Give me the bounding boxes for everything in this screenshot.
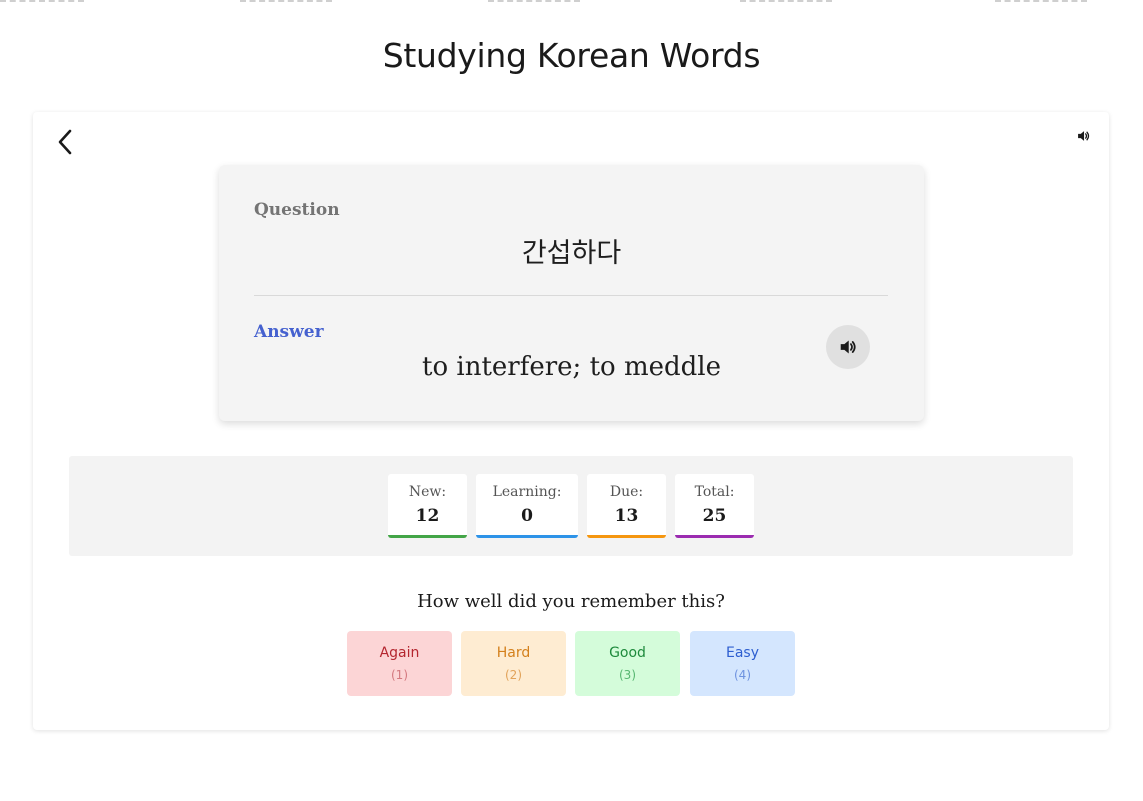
stat-value: 12 <box>415 506 440 526</box>
back-button[interactable] <box>51 127 79 157</box>
stat-label: Due: <box>609 484 644 500</box>
flashcard: Question 간섭하다 Answer to interfere; to me… <box>219 165 924 421</box>
stat-new: New: 12 <box>388 474 467 538</box>
speaker-icon <box>1077 131 1089 141</box>
stat-due: Due: 13 <box>587 474 666 538</box>
question-text: 간섭하다 <box>521 238 622 269</box>
easy-button[interactable]: Easy (4) <box>690 631 795 696</box>
speaker-icon <box>840 340 856 354</box>
question-label: Question <box>254 200 340 220</box>
again-button[interactable]: Again (1) <box>347 631 452 696</box>
stat-color-bar <box>388 535 467 538</box>
rating-prompt: How well did you remember this? <box>417 591 725 612</box>
stat-label: New: <box>408 484 447 500</box>
study-panel: Question 간섭하다 Answer to interfere; to me… <box>33 112 1109 730</box>
good-button[interactable]: Good (3) <box>575 631 680 696</box>
hard-button[interactable]: Hard (2) <box>461 631 566 696</box>
rating-shortcut: (2) <box>505 668 522 682</box>
stat-color-bar <box>675 535 754 538</box>
stat-color-bar <box>587 535 666 538</box>
play-audio-button[interactable] <box>826 325 870 369</box>
answer-label: Answer <box>254 322 324 342</box>
rating-label: Good <box>609 645 646 661</box>
rating-label: Easy <box>725 645 759 661</box>
stat-color-bar <box>476 535 578 538</box>
chevron-left-icon <box>58 129 72 155</box>
stat-value: 13 <box>614 506 639 526</box>
stat-label: Learning: <box>492 484 562 500</box>
rating-shortcut: (4) <box>734 668 751 682</box>
stat-value: 0 <box>521 506 533 526</box>
rating-label: Hard <box>496 645 531 661</box>
answer-text: to interfere; to meddle <box>422 352 721 382</box>
rating-shortcut: (3) <box>619 668 636 682</box>
stats-bar: New: 12 Learning: 0 Due: 13 Total: 25 <box>69 456 1073 556</box>
page-title: Studying Korean Words <box>382 36 761 75</box>
rating-shortcut: (1) <box>391 668 408 682</box>
stat-learning: Learning: 0 <box>476 474 578 538</box>
sound-toggle-button[interactable] <box>1075 128 1091 144</box>
stat-total: Total: 25 <box>675 474 754 538</box>
top-decorative-dashes <box>0 0 1143 4</box>
stat-value: 25 <box>702 506 727 526</box>
stat-label: Total: <box>694 484 735 500</box>
card-divider <box>254 295 888 296</box>
rating-label: Again <box>379 645 420 661</box>
